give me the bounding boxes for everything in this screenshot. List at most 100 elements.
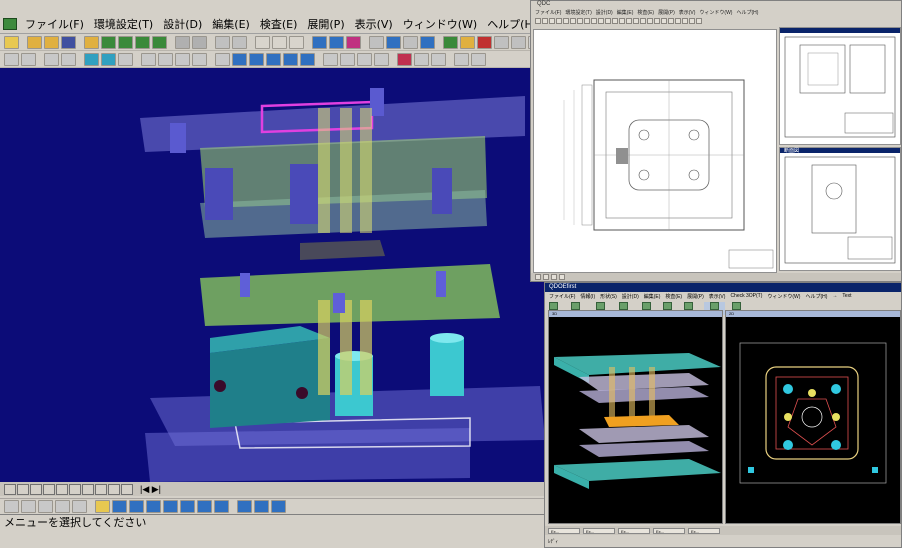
tool-icon[interactable]: [661, 17, 667, 24]
grid-icon[interactable]: [21, 500, 36, 513]
view-icon[interactable]: [266, 52, 281, 66]
redo-icon[interactable]: [471, 52, 486, 66]
view-icon[interactable]: [249, 52, 264, 66]
sheet-tab[interactable]: [43, 483, 55, 495]
app-icon[interactable]: [3, 17, 17, 30]
qdos-menu-item[interactable]: 検査(E): [665, 293, 682, 300]
tool-icon[interactable]: [570, 17, 576, 24]
tool-icon[interactable]: [689, 17, 695, 24]
shade-icon[interactable]: [312, 35, 327, 49]
circle-icon[interactable]: [323, 52, 338, 66]
tool-icon[interactable]: [647, 17, 653, 24]
open-folder-icon[interactable]: [84, 35, 99, 49]
menu-file[interactable]: ファイル(F): [20, 16, 89, 32]
table-icon[interactable]: [44, 52, 59, 66]
task-chip[interactable]: Ex...: [688, 527, 720, 534]
paste-icon[interactable]: [232, 35, 247, 49]
crosshair-icon[interactable]: [272, 35, 287, 49]
viewport-3d[interactable]: [0, 68, 548, 482]
tab-icon[interactable]: [559, 274, 565, 280]
tool-icon[interactable]: [584, 17, 590, 24]
sheet-tab[interactable]: [121, 483, 133, 495]
tool-icon[interactable]: [696, 17, 702, 24]
copy-icon[interactable]: [215, 35, 230, 49]
drawing-menu-item[interactable]: 表示(V): [679, 9, 696, 16]
flask-icon[interactable]: [369, 35, 384, 49]
tool-icon[interactable]: [640, 17, 646, 24]
sheet-tab[interactable]: [82, 483, 94, 495]
qdos-menu-item[interactable]: 展開(P): [687, 293, 704, 300]
tool-icon[interactable]: [535, 17, 541, 24]
menu-expand[interactable]: 展開(P): [302, 16, 349, 32]
hand-icon[interactable]: [95, 500, 110, 513]
sheet-tab[interactable]: [4, 483, 16, 495]
cube-icon[interactable]: [214, 500, 229, 513]
open-folder-icon[interactable]: [44, 35, 59, 49]
tool-icon[interactable]: [626, 17, 632, 24]
warning-icon[interactable]: [477, 35, 492, 49]
qdos-menu-item[interactable]: ヘルプ(H): [805, 293, 827, 300]
cube-icon[interactable]: [146, 500, 161, 513]
qdos-menu-item[interactable]: 編集(E): [644, 293, 661, 300]
view-icon[interactable]: [158, 52, 173, 66]
qdos-menu-item[interactable]: 表示(V): [709, 293, 726, 300]
wire-icon[interactable]: [329, 35, 344, 49]
drawing-menu-item[interactable]: 展開(P): [658, 9, 675, 16]
open-folder-icon[interactable]: [27, 35, 42, 49]
cube-icon[interactable]: [237, 500, 252, 513]
arrow-icon[interactable]: [431, 52, 446, 66]
tool-icon[interactable]: [598, 17, 604, 24]
undo-icon[interactable]: [454, 52, 469, 66]
pin-icon[interactable]: [397, 52, 412, 66]
view-icon[interactable]: [232, 52, 247, 66]
tool-icon[interactable]: [675, 17, 681, 24]
tool-icon[interactable]: [549, 17, 555, 24]
qdos-menu-item[interactable]: ファイル(F): [549, 293, 575, 300]
task-chip[interactable]: Ex...: [618, 527, 650, 534]
qdos-menu-item[interactable]: 形状(S): [600, 293, 617, 300]
drawing-menu-item[interactable]: 編集(E): [617, 9, 634, 16]
view-icon[interactable]: [192, 52, 207, 66]
cube-icon[interactable]: [197, 500, 212, 513]
drawing-menu-item[interactable]: ヘルプ(H): [736, 9, 758, 16]
tab-nav-arrows[interactable]: |◀ ▶|: [140, 484, 161, 495]
sheet-tab[interactable]: [95, 483, 107, 495]
tool-icon[interactable]: [563, 17, 569, 24]
save-icon[interactable]: [61, 35, 76, 49]
cube-icon[interactable]: [180, 500, 195, 513]
drawing-sheet-main[interactable]: [533, 29, 777, 273]
layer-icon[interactable]: [101, 52, 116, 66]
circle-icon[interactable]: [340, 52, 355, 66]
hidden-line-icon[interactable]: [346, 35, 361, 49]
sheet-tab[interactable]: [108, 483, 120, 495]
mold-icon[interactable]: [135, 35, 150, 49]
menu-window[interactable]: ウィンドウ(W): [398, 16, 482, 32]
tool-icon[interactable]: [542, 17, 548, 24]
mold-icon[interactable]: [118, 35, 133, 49]
tab-icon[interactable]: [535, 274, 541, 280]
drawing-menu-item[interactable]: ウィンドウ(W): [699, 9, 732, 16]
sync-icon[interactable]: [403, 35, 418, 49]
cube-icon[interactable]: [163, 500, 178, 513]
view-icon[interactable]: [175, 52, 190, 66]
zoom-icon[interactable]: [72, 500, 87, 513]
drawing-sheet-b[interactable]: 断面図: [779, 147, 901, 271]
view-icon[interactable]: [283, 52, 298, 66]
tool-icon[interactable]: [682, 17, 688, 24]
qdos-menu-item[interactable]: Check 3OP(T): [730, 293, 762, 299]
menu-view[interactable]: 表示(V): [350, 16, 398, 32]
sheet-tab[interactable]: [30, 483, 42, 495]
print-preview-icon[interactable]: [192, 35, 207, 49]
menu-inspect[interactable]: 検査(E): [255, 16, 303, 32]
settings-icon[interactable]: [494, 35, 509, 49]
drawing-menu-item[interactable]: 環境設定(T): [565, 9, 591, 16]
qdos-pane-2d[interactable]: 2D: [725, 310, 901, 524]
layer-icon[interactable]: [84, 52, 99, 66]
view-icon[interactable]: [141, 52, 156, 66]
select-icon[interactable]: [4, 500, 19, 513]
cube-icon[interactable]: [271, 500, 286, 513]
tool-icon[interactable]: [605, 17, 611, 24]
sheet-tab[interactable]: [56, 483, 68, 495]
tool-icon[interactable]: [654, 17, 660, 24]
drawing-menu-item[interactable]: ファイル(F): [535, 9, 561, 16]
